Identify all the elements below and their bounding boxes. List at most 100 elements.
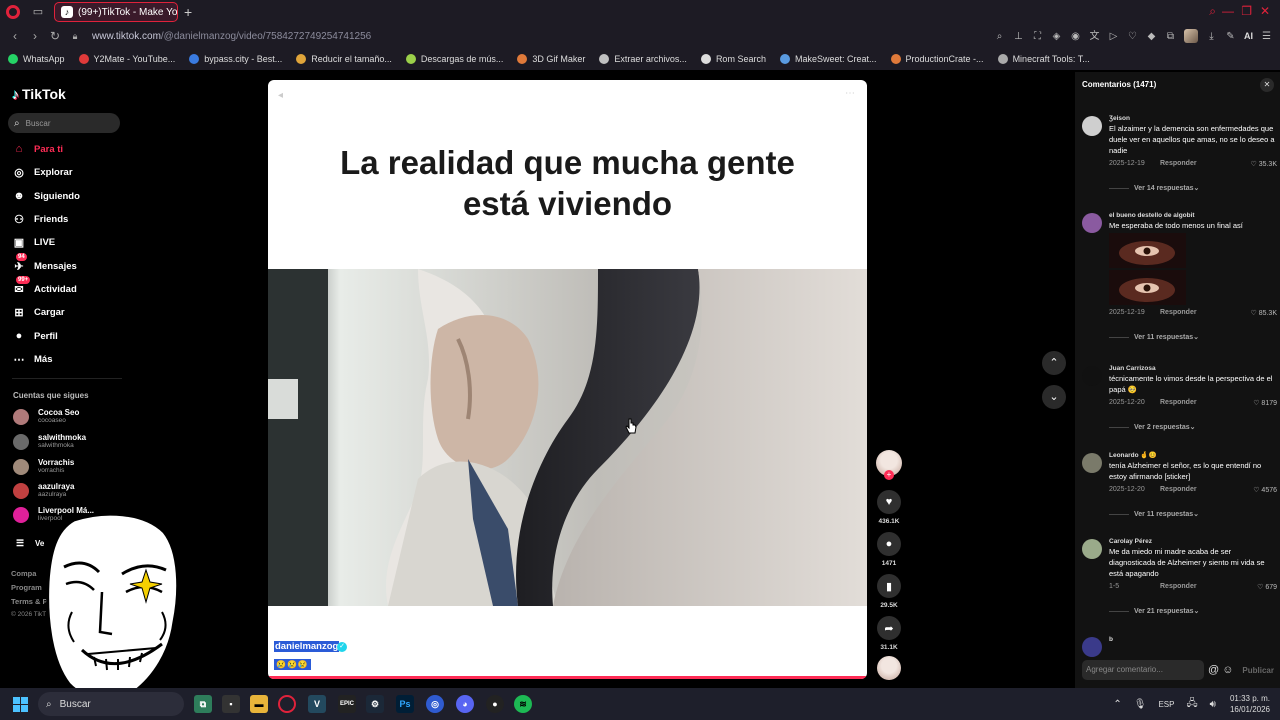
like-button[interactable]: ♥ 436.1K	[876, 490, 902, 525]
steam-icon[interactable]: ⚙	[366, 695, 384, 713]
comment-like-button[interactable]: ♡ 85.3K	[1250, 309, 1277, 317]
network-icon[interactable]: 🖧︎	[1186, 696, 1197, 713]
extensions-puzzle-icon[interactable]: ⧉	[1165, 31, 1176, 42]
mention-icon[interactable]: @	[1208, 664, 1219, 676]
post-comment-button[interactable]: Publicar	[1242, 666, 1274, 675]
reply-button[interactable]: Responder	[1160, 160, 1197, 167]
close-comments-button[interactable]: ✕	[1260, 78, 1274, 92]
comment-avatar[interactable]	[1082, 637, 1102, 657]
bookmark-item[interactable]: 3D Gif Maker	[517, 54, 585, 64]
sidebar-item-actividad[interactable]: ✉ 99+ Actividad	[12, 276, 77, 296]
bookmark-item[interactable]: Reducir el tamaño...	[296, 54, 392, 64]
github-icon[interactable]: ●	[486, 695, 504, 713]
search-input[interactable]: ⌕ Buscar	[8, 113, 120, 133]
see-more-button[interactable]: ☰ Ve	[13, 536, 44, 550]
bookmark-item[interactable]: Extraer archivos...	[599, 54, 687, 64]
comment-avatar[interactable]	[1082, 539, 1102, 559]
menu-icon[interactable]: ☰	[1261, 31, 1272, 42]
lock-icon[interactable]: 🔒︎	[70, 31, 80, 42]
next-video-button[interactable]: ⌄	[1042, 385, 1066, 409]
tab-menu-icon[interactable]: ▭	[32, 6, 44, 18]
previous-video-button[interactable]: ⌃	[1042, 351, 1066, 375]
vpn-shield-icon[interactable]: ◈	[1051, 31, 1062, 42]
play-icon[interactable]: ▷	[1108, 31, 1119, 42]
view-replies-button[interactable]: Ver 2 respuestas ⌄	[1109, 423, 1277, 431]
taskbar-app-icon[interactable]: ▪	[222, 695, 240, 713]
windows-start-icon[interactable]	[13, 697, 28, 712]
followed-account[interactable]: salwithmoka salwithmoka	[13, 433, 86, 450]
reply-button[interactable]: Responder	[1160, 486, 1197, 493]
tray-chevron-icon[interactable]: ⌃	[1113, 699, 1121, 710]
clock[interactable]: 01:33 p. m. 16/01/2026	[1230, 693, 1270, 715]
comment-input[interactable]: Agregar comentario...	[1082, 660, 1204, 680]
view-replies-button[interactable]: Ver 21 respuestas ⌄	[1109, 607, 1277, 615]
sidebar-item-para-ti[interactable]: ⌂ Para ti	[12, 142, 63, 156]
opera-logo-icon[interactable]	[6, 5, 20, 19]
sidebar-item-perfil[interactable]: ● Perfil	[12, 329, 58, 343]
sidebar-item-mensajes[interactable]: ✈ 94 Mensajes	[12, 253, 77, 273]
back-button[interactable]: ‹	[10, 29, 20, 43]
minimize-button[interactable]: —	[1222, 4, 1234, 18]
comment-username[interactable]: Ʒeison	[1109, 114, 1277, 123]
sound-avatar-button[interactable]	[876, 656, 902, 680]
video-progress-bar[interactable]	[268, 676, 867, 679]
save-button[interactable]: ▮ 29.5K	[876, 574, 902, 609]
comment-image-attachment[interactable]	[1109, 233, 1186, 268]
comment-avatar[interactable]	[1082, 116, 1102, 136]
bookmark-item[interactable]: WhatsApp	[8, 54, 65, 64]
comment-avatar[interactable]	[1082, 213, 1102, 233]
pin-icon[interactable]: ⊥	[1013, 31, 1024, 42]
bookmark-item[interactable]: MakeSweet: Creat...	[779, 54, 877, 64]
reload-button[interactable]: ↻	[50, 29, 60, 43]
extension-diamond-icon[interactable]: ◆	[1146, 31, 1157, 42]
comment-button[interactable]: ● 1471	[876, 532, 902, 567]
microphone-icon[interactable]: 🎙︎	[1134, 699, 1147, 710]
tiktok-logo[interactable]: ♪ TikTok	[12, 86, 66, 102]
share-button[interactable]: ➦ 31.1K	[876, 616, 902, 651]
search-tabs-icon[interactable]: ⌕	[1209, 4, 1216, 19]
comment-like-button[interactable]: ♡ 8179	[1253, 399, 1277, 407]
zoom-icon[interactable]: ⌕	[994, 31, 1005, 42]
comment-image-attachment[interactable]	[1109, 270, 1186, 305]
sidebar-item-friends[interactable]: ⚇ Friends	[12, 212, 68, 226]
followed-account[interactable]: aazulraya aazulraya	[13, 482, 74, 499]
browser-tab-tiktok[interactable]: ♪ (99+)TikTok - Make Your D ✕	[54, 2, 178, 22]
aria-icon[interactable]: ✎	[1225, 31, 1236, 42]
opera-taskbar-icon[interactable]	[278, 695, 296, 713]
reply-button[interactable]: Responder	[1160, 583, 1197, 590]
forward-button[interactable]: ›	[30, 29, 40, 43]
followed-account[interactable]: Vorrachis vorrachis	[13, 458, 74, 475]
emoji-icon[interactable]: ☺	[1222, 664, 1233, 676]
volume-icon[interactable]: 🔊︎	[1210, 699, 1216, 710]
camera-icon[interactable]: ◉	[1070, 31, 1081, 42]
edge-icon[interactable]: ◎	[426, 695, 444, 713]
bookmark-item[interactable]: Rom Search	[700, 54, 766, 64]
video-author-name[interactable]: danielmanzog	[274, 641, 340, 652]
view-replies-button[interactable]: Ver 11 respuestas ⌄	[1109, 510, 1277, 518]
url-field[interactable]: www.tiktok.com/@danielmanzog/video/75842…	[92, 31, 371, 42]
comment-like-button[interactable]: ♡ 35.3K	[1250, 160, 1277, 168]
bookmark-item[interactable]: ProductionCrate -...	[890, 54, 984, 64]
followed-account[interactable]: Cocoa Seo cocoaseo	[13, 408, 79, 425]
bookmark-item[interactable]: Minecraft Tools: T...	[997, 54, 1090, 64]
comment-username[interactable]: el bueno destello de algobit	[1109, 211, 1277, 220]
comment-avatar[interactable]	[1082, 366, 1102, 386]
footer-link[interactable]: Program	[11, 583, 42, 592]
comment-like-button[interactable]: ♡ 4576	[1253, 486, 1277, 494]
sidebar-item-cargar[interactable]: ⊞ Cargar	[12, 305, 64, 319]
bookmark-item[interactable]: Descargas de mús...	[405, 54, 503, 64]
taskbar-search[interactable]: ⌕ Buscar	[38, 692, 184, 716]
comment-username[interactable]: b	[1109, 635, 1277, 644]
download-icon[interactable]: ⤓	[1206, 31, 1217, 42]
comment-username[interactable]: Leonardo 🤞😊	[1109, 451, 1277, 460]
photoshop-icon[interactable]: Ps	[396, 695, 414, 713]
reply-button[interactable]: Responder	[1160, 399, 1197, 406]
discord-icon[interactable]: ◕	[456, 695, 474, 713]
creator-avatar-button[interactable]: +	[876, 450, 902, 480]
reply-button[interactable]: Responder	[1160, 309, 1197, 316]
view-replies-button[interactable]: Ver 14 respuestas ⌄	[1109, 184, 1277, 192]
video-player[interactable]: ◂ ⋯ La realidad que mucha gente está viv…	[268, 80, 867, 679]
footer-link[interactable]: Compa	[11, 569, 36, 578]
comment-avatar[interactable]	[1082, 453, 1102, 473]
ai-button[interactable]: AI	[1244, 31, 1253, 41]
